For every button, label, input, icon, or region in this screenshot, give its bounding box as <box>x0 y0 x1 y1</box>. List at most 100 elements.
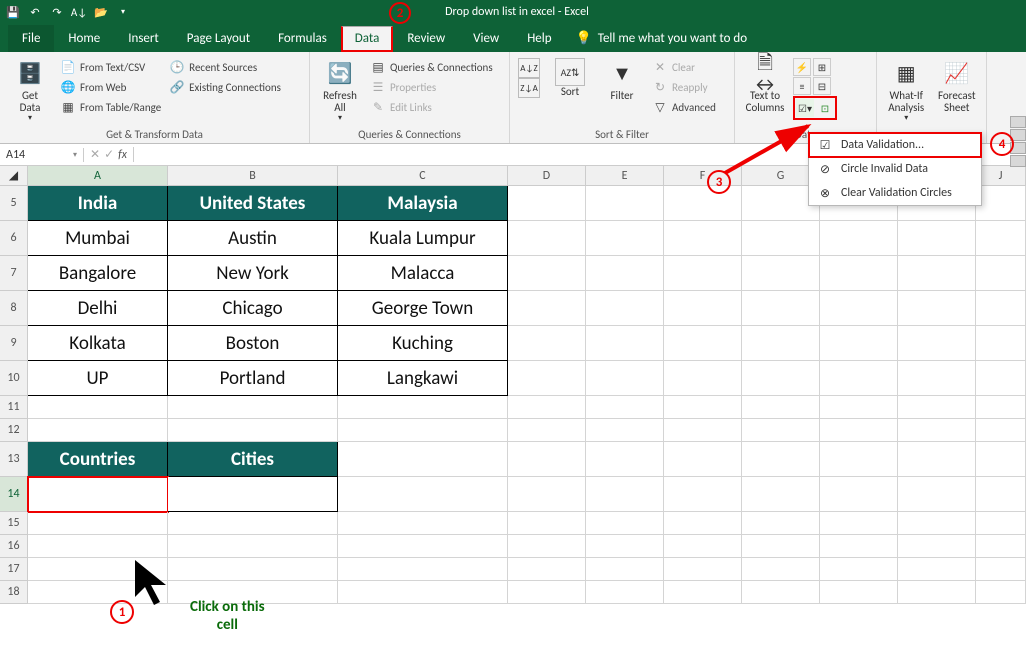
cell-I12[interactable] <box>898 419 976 442</box>
cell-D17[interactable] <box>508 558 586 581</box>
cell-F14[interactable] <box>664 477 742 512</box>
sort-az-icon[interactable]: A↓Z <box>518 58 540 78</box>
cell-B10[interactable]: Portland <box>168 361 338 396</box>
row-head-15[interactable]: 15 <box>0 512 28 535</box>
menu-data-validation[interactable]: ☑ Data Validation... <box>809 133 981 157</box>
cell-D8[interactable] <box>508 291 586 326</box>
cell-I7[interactable] <box>898 256 976 291</box>
tab-formulas[interactable]: Formulas <box>264 25 341 52</box>
cell-F13[interactable] <box>664 442 742 477</box>
menu-clear-circles[interactable]: ⊗ Clear Validation Circles <box>809 181 981 205</box>
cell-A15[interactable] <box>28 512 168 535</box>
tab-review[interactable]: Review <box>393 25 459 52</box>
cell-H17[interactable] <box>820 558 898 581</box>
existing-connections-button[interactable]: 🔗Existing Connections <box>167 78 283 96</box>
col-head-A[interactable]: A <box>28 166 168 186</box>
cell-J9[interactable] <box>976 326 1026 361</box>
cell-F8[interactable] <box>664 291 742 326</box>
cell-J8[interactable] <box>976 291 1026 326</box>
cell-A5[interactable]: India <box>28 186 168 221</box>
cell-A14[interactable] <box>28 477 168 512</box>
cell-J12[interactable] <box>976 419 1026 442</box>
row-head-12[interactable]: 12 <box>0 419 28 442</box>
cell-B12[interactable] <box>168 419 338 442</box>
cell-G14[interactable] <box>742 477 820 512</box>
cell-E9[interactable] <box>586 326 664 361</box>
recent-sources-button[interactable]: 🕒Recent Sources <box>167 58 283 76</box>
cell-G16[interactable] <box>742 535 820 558</box>
cell-A16[interactable] <box>28 535 168 558</box>
cell-B5[interactable]: United States <box>168 186 338 221</box>
cell-C14[interactable] <box>338 477 508 512</box>
cell-E5[interactable] <box>586 186 664 221</box>
sort-za-icon[interactable]: Z↓A <box>518 78 540 98</box>
cell-C17[interactable] <box>338 558 508 581</box>
cell-H15[interactable] <box>820 512 898 535</box>
cell-G15[interactable] <box>742 512 820 535</box>
cell-G8[interactable] <box>742 291 820 326</box>
cell-I13[interactable] <box>898 442 976 477</box>
cell-A8[interactable]: Delhi <box>28 291 168 326</box>
cell-A9[interactable]: Kolkata <box>28 326 168 361</box>
sort-button[interactable]: AZ⇅ Sort <box>546 54 594 102</box>
cell-E12[interactable] <box>586 419 664 442</box>
cell-I15[interactable] <box>898 512 976 535</box>
tab-home[interactable]: Home <box>54 25 114 52</box>
col-head-J[interactable]: J <box>976 166 1026 186</box>
tab-view[interactable]: View <box>459 25 513 52</box>
refresh-all-button[interactable]: 🔄 Refresh All ▾ <box>316 54 364 127</box>
cell-B16[interactable] <box>168 535 338 558</box>
cell-H13[interactable] <box>820 442 898 477</box>
cell-B15[interactable] <box>168 512 338 535</box>
cell-F10[interactable] <box>664 361 742 396</box>
cell-G13[interactable] <box>742 442 820 477</box>
relationships-icon[interactable]: ⊟ <box>813 77 831 95</box>
cell-C5[interactable]: Malaysia <box>338 186 508 221</box>
cell-F12[interactable] <box>664 419 742 442</box>
cell-A12[interactable] <box>28 419 168 442</box>
cell-I11[interactable] <box>898 396 976 419</box>
consolidate-icon[interactable]: ⊞ <box>813 58 831 76</box>
cell-F5[interactable] <box>664 186 742 221</box>
cell-C13[interactable] <box>338 442 508 477</box>
cell-E7[interactable] <box>586 256 664 291</box>
flash-fill-icon[interactable]: ⚡ <box>793 58 811 76</box>
cell-C11[interactable] <box>338 396 508 419</box>
undo-icon[interactable]: ↶ <box>26 3 44 21</box>
row-head-7[interactable]: 7 <box>0 256 28 291</box>
cell-C8[interactable]: George Town <box>338 291 508 326</box>
cell-F16[interactable] <box>664 535 742 558</box>
cell-C10[interactable]: Langkawi <box>338 361 508 396</box>
queries-connections-button[interactable]: ▤Queries & Connections <box>368 58 495 76</box>
row-head-13[interactable]: 13 <box>0 442 28 477</box>
cell-A18[interactable] <box>28 581 168 604</box>
cell-J18[interactable] <box>976 581 1026 604</box>
from-table-button[interactable]: ▦From Table/Range <box>58 98 163 116</box>
cell-G12[interactable] <box>742 419 820 442</box>
filter-button[interactable]: ▼ Filter <box>598 54 646 106</box>
cell-C18[interactable] <box>338 581 508 604</box>
open-qat-icon[interactable]: 📂 <box>92 3 110 21</box>
cell-G11[interactable] <box>742 396 820 419</box>
cell-F17[interactable] <box>664 558 742 581</box>
cell-G17[interactable] <box>742 558 820 581</box>
cell-D13[interactable] <box>508 442 586 477</box>
cell-E16[interactable] <box>586 535 664 558</box>
cell-H7[interactable] <box>820 256 898 291</box>
get-data-button[interactable]: 🗄️ Get Data ▾ <box>6 54 54 127</box>
cell-I16[interactable] <box>898 535 976 558</box>
cell-J16[interactable] <box>976 535 1026 558</box>
cell-C7[interactable]: Malacca <box>338 256 508 291</box>
cell-D7[interactable] <box>508 256 586 291</box>
cell-F9[interactable] <box>664 326 742 361</box>
cell-H10[interactable] <box>820 361 898 396</box>
tab-data[interactable]: Data <box>341 26 394 52</box>
cell-E11[interactable] <box>586 396 664 419</box>
cell-H16[interactable] <box>820 535 898 558</box>
cell-J13[interactable] <box>976 442 1026 477</box>
cell-I8[interactable] <box>898 291 976 326</box>
cell-J10[interactable] <box>976 361 1026 396</box>
cell-D6[interactable] <box>508 221 586 256</box>
manage-data-model-icon[interactable]: ⊡ <box>816 99 834 117</box>
tab-file[interactable]: File <box>8 25 54 52</box>
